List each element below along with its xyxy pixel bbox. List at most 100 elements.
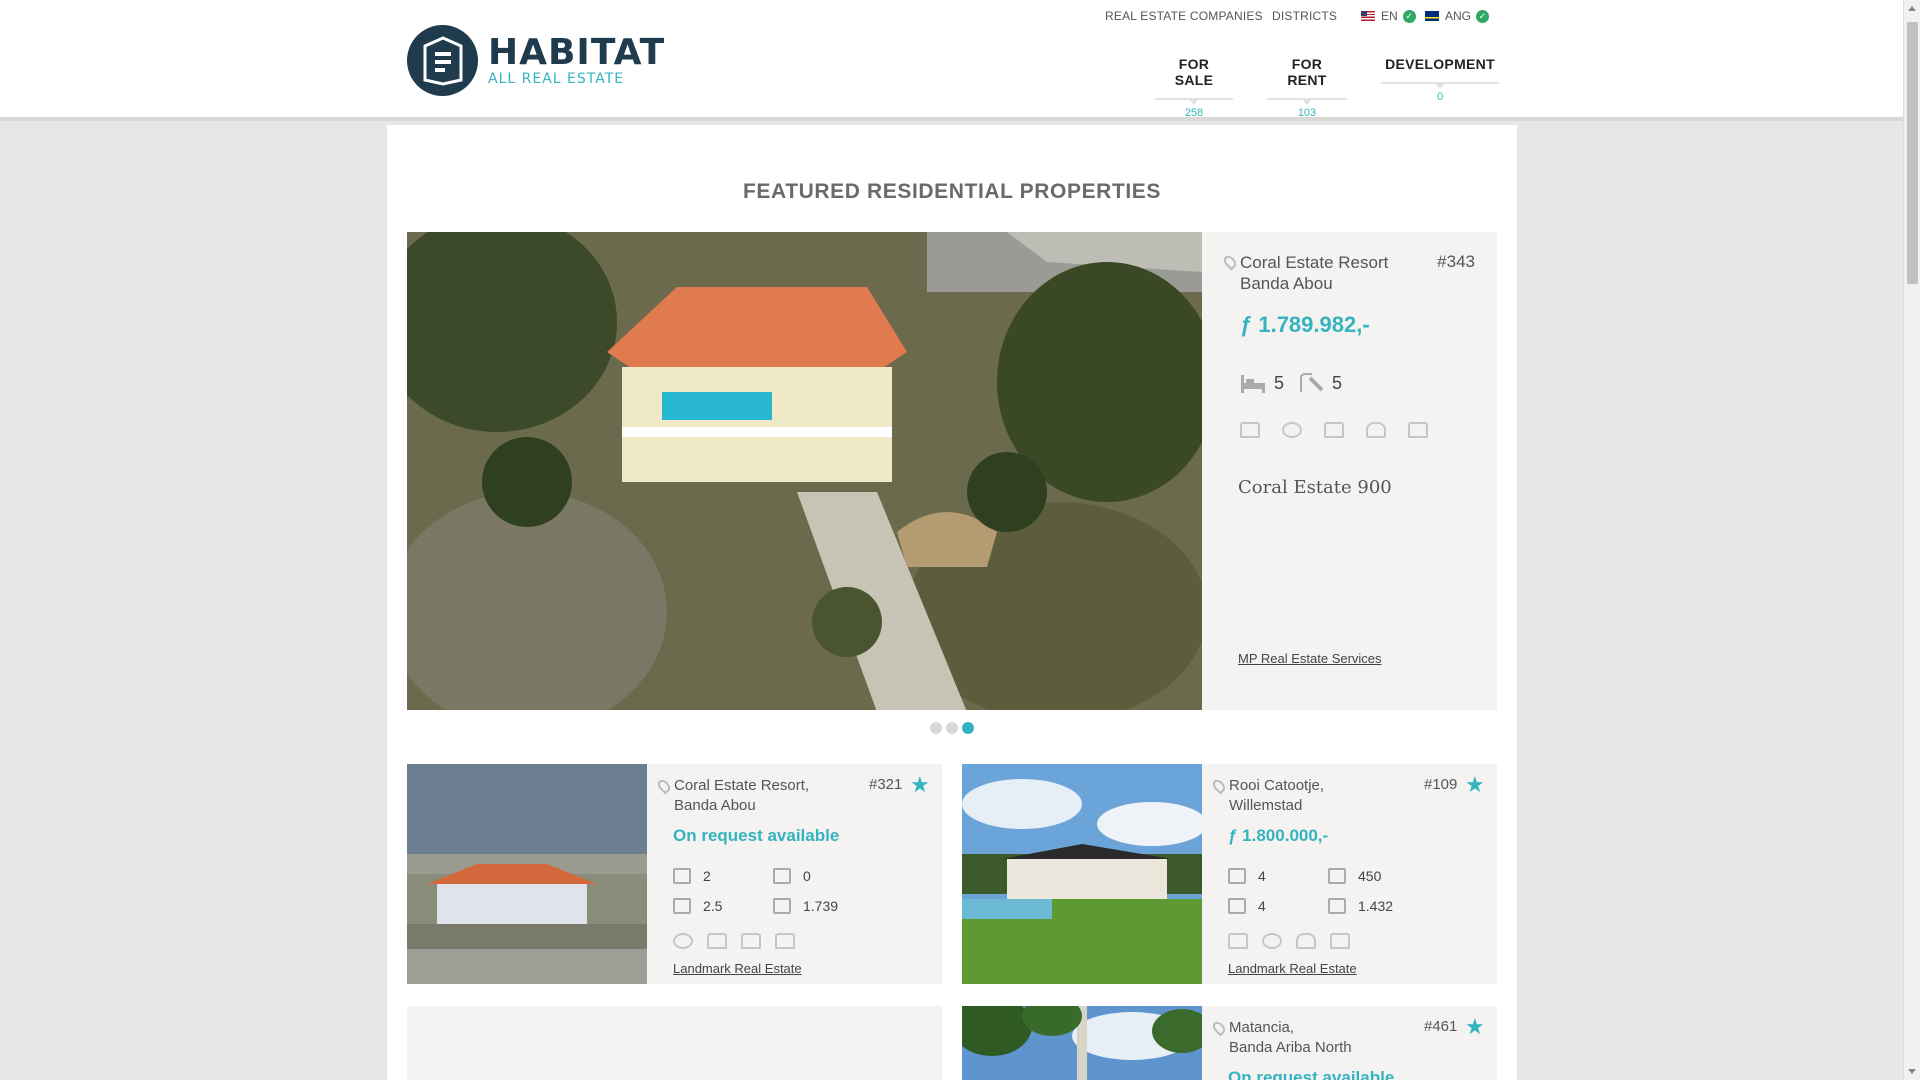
featured-name: Coral Estate 900	[1238, 477, 1392, 498]
listing-baths-value: 2.5	[703, 898, 723, 914]
language-ang[interactable]: ANG ✓	[1425, 9, 1490, 23]
fence-icon	[707, 933, 727, 949]
listing-location: Matancia, Banda Ariba North	[1229, 1018, 1352, 1058]
language-en[interactable]: EN ✓	[1361, 9, 1416, 23]
scroll-up-icon[interactable]	[1908, 6, 1916, 11]
real-estate-companies-link[interactable]: REAL ESTATE COMPANIES	[1105, 9, 1263, 23]
featured-rooms: 5 5	[1240, 372, 1342, 394]
listing-land-value: 0	[803, 868, 811, 884]
featured-agency-link[interactable]: MP Real Estate Services	[1238, 651, 1382, 666]
listing-image[interactable]	[962, 1006, 1202, 1080]
featured-beds: 5	[1274, 373, 1285, 393]
nav-development-count: 0	[1436, 91, 1444, 103]
nav-pointer-icon	[1189, 99, 1199, 105]
house-icon	[773, 868, 791, 884]
featured-price: ƒ 1.789.982,-	[1240, 312, 1370, 337]
listing-area-value: 1.739	[803, 898, 839, 914]
main-content: FEATURED RESIDENTIAL PROPERTIES Coral Es…	[387, 125, 1517, 1080]
listing-location-line2: Willemstad	[1229, 797, 1303, 814]
listing-location-line1: Matancia,	[1229, 1019, 1295, 1036]
listing-land: 0	[773, 868, 811, 884]
garage-icon	[1408, 422, 1428, 438]
featured-location-line2: Banda Abou	[1240, 274, 1333, 293]
listing-id: #109	[1424, 776, 1458, 793]
favorite-star-icon[interactable]: ★	[1465, 1016, 1485, 1038]
garage-icon	[1330, 933, 1350, 949]
site-header: HABITAT ALL REAL ESTATE REAL ESTATE COMP…	[0, 0, 1903, 121]
listing-price: On request available	[1228, 1068, 1395, 1080]
featured-location-line1: Coral Estate Resort	[1240, 253, 1389, 272]
featured-property-image[interactable]	[407, 232, 1202, 710]
nav-pointer-icon	[1435, 83, 1445, 89]
listing-beds-value: 4	[1258, 868, 1266, 884]
us-flag-icon	[1361, 11, 1375, 21]
listing-beds-value: 2	[703, 868, 711, 884]
listing-baths: 4	[1228, 898, 1266, 914]
fence-icon	[1324, 422, 1344, 438]
car-icon	[1296, 933, 1316, 949]
nav-for-sale-label: FOR SALE	[1155, 56, 1233, 100]
nav-for-rent-label: FOR RENT	[1267, 56, 1347, 100]
listing-image[interactable]	[407, 764, 647, 984]
pool-icon	[1282, 422, 1302, 438]
nav-for-rent-count: 103	[1297, 107, 1317, 119]
nav-for-sale-count: 258	[1184, 107, 1204, 119]
area-icon	[1328, 898, 1346, 914]
listing-location-line1: Coral Estate Resort,	[674, 777, 810, 794]
listing-area-value: 1.432	[1358, 898, 1394, 914]
listing-baths: 2.5	[673, 898, 722, 914]
slider-dot-2[interactable]	[946, 722, 958, 734]
nav-for-rent[interactable]: FOR RENT 103	[1267, 56, 1347, 119]
slider-dot-3[interactable]	[962, 722, 974, 734]
house-icon	[1240, 422, 1260, 438]
listing-baths-value: 4	[1258, 898, 1266, 914]
scrollbar-thumb[interactable]	[1907, 22, 1918, 284]
scroll-down-icon[interactable]	[1908, 1069, 1916, 1074]
listing-id: #461	[1424, 1018, 1458, 1035]
featured-id: #343	[1437, 252, 1475, 271]
listing-beds: 4	[1228, 868, 1266, 884]
brand-tagline: ALL REAL ESTATE	[488, 71, 625, 87]
location-pin-icon	[655, 777, 673, 795]
location-pin-icon	[1210, 1019, 1228, 1037]
listing-card-placeholder	[407, 1006, 942, 1080]
nav-development-label: DEVELOPMENT	[1381, 56, 1499, 84]
listing-image[interactable]	[962, 764, 1202, 984]
listing-card[interactable]: Rooi Catootje, Willemstad #109 ★ ƒ 1.800…	[962, 764, 1497, 984]
page-scrollbar[interactable]	[1903, 0, 1920, 1080]
slider-dot-1[interactable]	[930, 722, 942, 734]
featured-amenities	[1240, 422, 1428, 438]
bed-icon	[1241, 375, 1265, 393]
shower-icon	[1228, 898, 1246, 914]
site-logo[interactable]: HABITAT ALL REAL ESTATE	[407, 25, 665, 96]
house-icon	[1328, 868, 1346, 884]
featured-property-info[interactable]: Coral Estate Resort Banda Abou #343 ƒ 1.…	[1202, 232, 1497, 710]
carport-icon	[775, 933, 795, 949]
location-pin-icon	[1210, 777, 1228, 795]
listing-agency-link[interactable]: Landmark Real Estate	[1228, 961, 1357, 976]
listing-price: On request available	[673, 826, 840, 845]
listing-card[interactable]: Matancia, Banda Ariba North #461 ★ On re…	[962, 1006, 1497, 1080]
language-en-label: EN	[1381, 9, 1398, 23]
favorite-star-icon[interactable]: ★	[1465, 774, 1485, 796]
slider-dots	[930, 722, 974, 734]
listing-amenities	[1228, 933, 1350, 949]
listing-location: Rooi Catootje, Willemstad	[1229, 776, 1324, 816]
area-icon	[773, 898, 791, 914]
bed-icon	[1228, 868, 1246, 884]
listing-location-line1: Rooi Catootje,	[1229, 777, 1325, 794]
listing-amenities	[673, 933, 795, 949]
nav-development[interactable]: DEVELOPMENT 0	[1381, 56, 1499, 103]
districts-link[interactable]: DISTRICTS	[1272, 9, 1337, 23]
listing-agency-link[interactable]: Landmark Real Estate	[673, 961, 802, 976]
listing-land: 450	[1328, 868, 1381, 884]
listing-id: #321	[869, 776, 903, 793]
listing-card[interactable]: Coral Estate Resort, Banda Abou #321 ★ O…	[407, 764, 942, 984]
listing-beds: 2	[673, 868, 711, 884]
garage-icon	[741, 933, 761, 949]
pool-icon	[1262, 933, 1282, 949]
bed-icon	[673, 868, 691, 884]
shower-icon	[673, 898, 691, 914]
favorite-star-icon[interactable]: ★	[910, 774, 930, 796]
nav-for-sale[interactable]: FOR SALE 258	[1155, 56, 1233, 119]
